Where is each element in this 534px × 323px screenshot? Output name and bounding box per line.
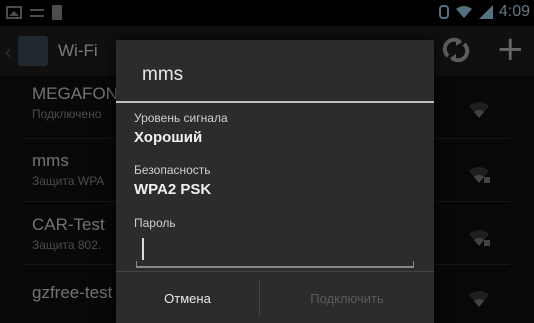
security-value: WPA2 PSK	[134, 181, 212, 198]
signal-value: Хороший	[134, 129, 203, 146]
signal-label: Уровень сигнала	[134, 111, 228, 125]
password-input[interactable]	[136, 230, 414, 266]
text-cursor	[142, 238, 144, 260]
cancel-button[interactable]: Отмена	[116, 272, 259, 323]
connect-button[interactable]: Подключить	[260, 272, 434, 323]
dialog-title: mms	[142, 64, 184, 85]
password-underline-tick	[136, 261, 137, 267]
title-divider	[116, 101, 434, 103]
wifi-connect-dialog: mms Уровень сигнала Хороший Безопасность…	[116, 40, 434, 323]
security-label: Безопасность	[134, 163, 211, 177]
password-underline	[136, 266, 414, 268]
password-underline-tick	[413, 261, 414, 267]
dialog-button-bar: Отмена Подключить	[116, 271, 434, 323]
password-label: Пароль	[134, 216, 176, 230]
